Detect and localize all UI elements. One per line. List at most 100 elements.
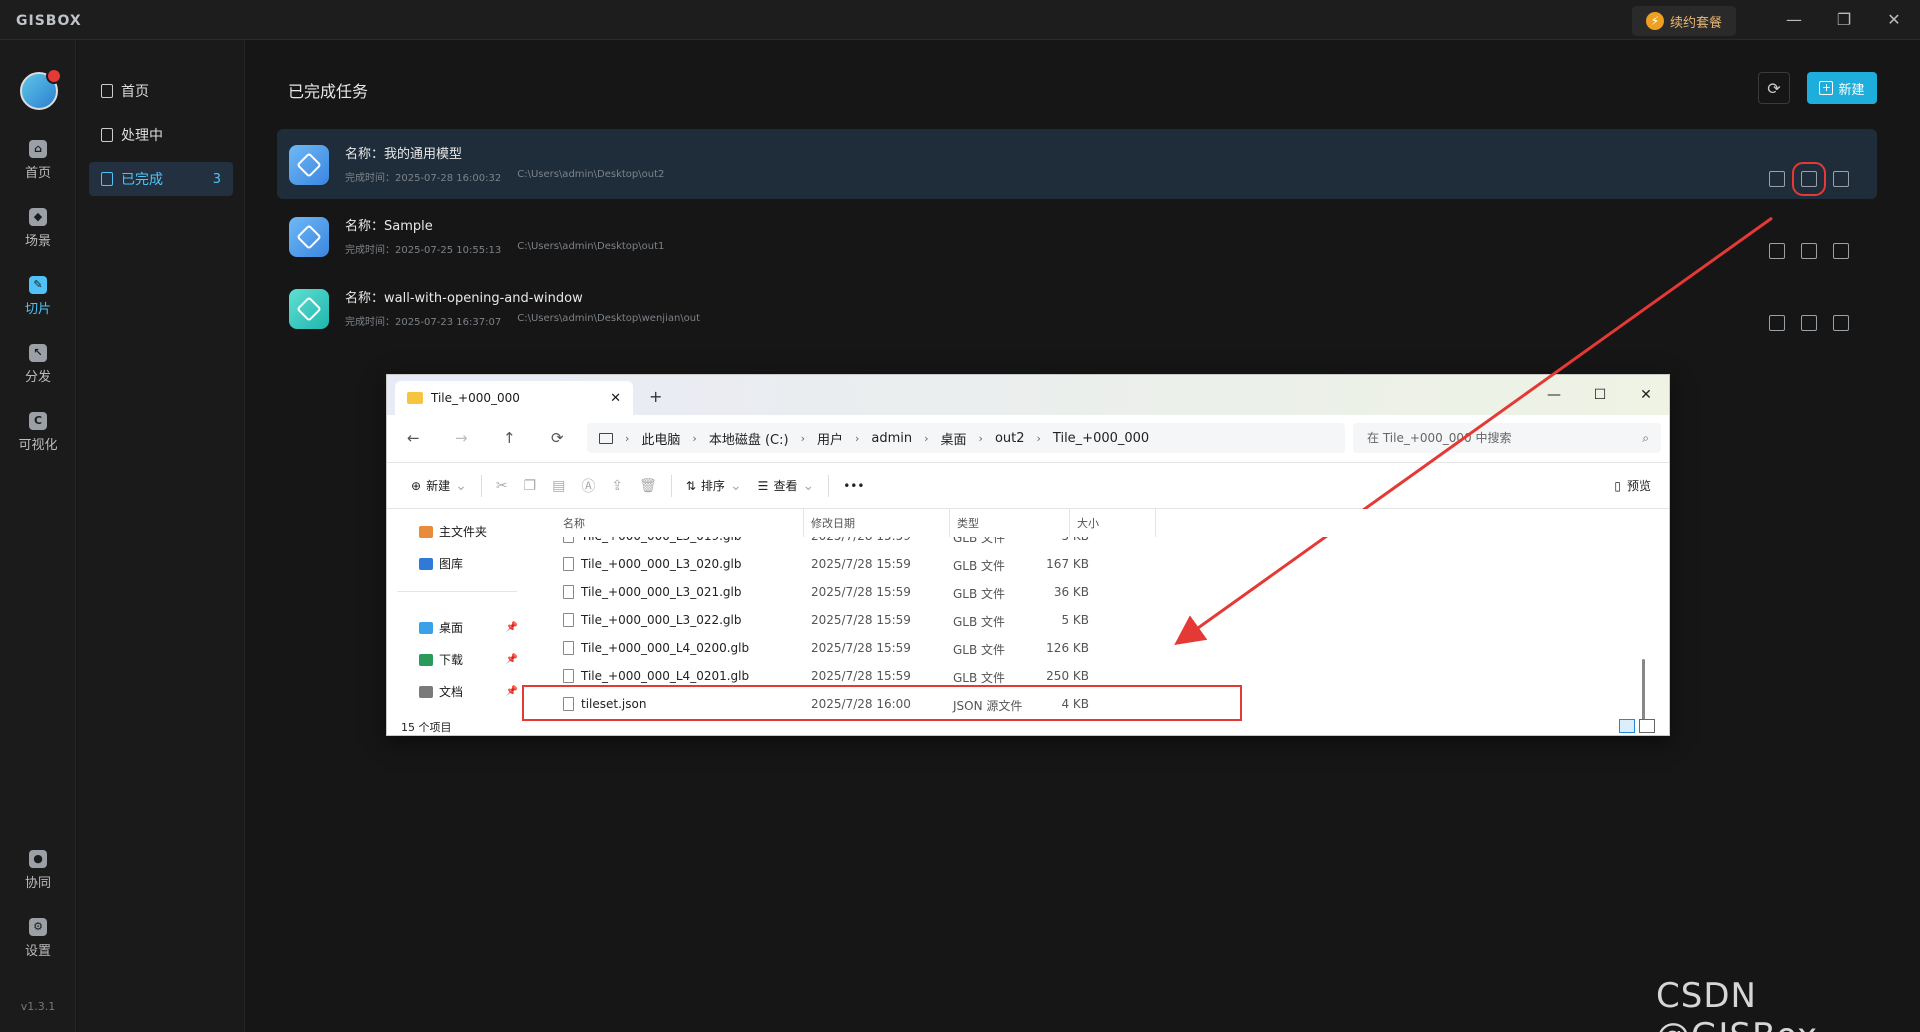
scrollbar[interactable] — [1642, 659, 1645, 719]
download-icon — [419, 653, 433, 666]
plus-icon: + — [1819, 81, 1834, 95]
file-explorer-window: Tile_+000_000 ✕ + — ☐ ✕ ← → ↑ ⟳ › 此电脑 › 本地… — [386, 374, 1670, 736]
avatar[interactable] — [20, 68, 62, 110]
breadcrumb-item[interactable]: out2 — [995, 431, 1025, 446]
more-button[interactable]: ••• — [835, 471, 872, 501]
details-view-icon[interactable] — [1619, 719, 1635, 733]
task-row[interactable]: 名称：我的通用模型 完成时间：2025-07-28 16:00:32 C:\Use… — [277, 129, 1877, 199]
new-tab-icon[interactable]: + — [649, 387, 662, 406]
breadcrumb-item[interactable]: Tile_+000_000 — [1053, 431, 1149, 446]
file-row[interactable]: Tile_+000_000_L4_0200.glb 2025/7/28 15:59… — [535, 635, 1635, 663]
status-bar: 15 个项目 — [401, 721, 452, 734]
file-row[interactable]: Tile_+000_000_L3_022.glb 2025/7/28 15:59 G… — [535, 607, 1635, 635]
nav-home-folder[interactable]: 主文件夹 — [419, 523, 524, 540]
delete-icon[interactable] — [1833, 243, 1849, 259]
refresh-icon[interactable]: ⟳ — [551, 429, 564, 447]
restore-icon[interactable]: ❐ — [1824, 8, 1864, 32]
file-row[interactable]: Tile_+000_000_L3_021.glb 2025/7/28 15:59 G… — [535, 579, 1635, 607]
navigation-pane: 主文件夹 图库 桌面 📌 下载 📌 文档 📌 — [387, 509, 525, 719]
view-button[interactable]: ☰ 查看 ⌄ — [750, 471, 823, 501]
sort-button[interactable]: ⇅ 排序 ⌄ — [678, 471, 750, 501]
file-row[interactable]: Tile_+000_000_L3_020.glb 2025/7/28 15:59 G… — [535, 551, 1635, 579]
breadcrumb[interactable]: › 此电脑 › 本地磁盘 (C:) › 用户 › admin › 桌面 › out2 › Ti… — [587, 423, 1345, 453]
breadcrumb-item[interactable]: admin — [871, 431, 912, 446]
task-row[interactable]: 名称：wall-with-opening-and-window 完成时间：202… — [277, 273, 1877, 343]
new-button[interactable]: ⊕ 新建 ⌄ — [403, 471, 475, 501]
rail-item-scene[interactable]: ◆ 场景 — [0, 208, 76, 264]
open-folder-icon[interactable] — [1801, 315, 1817, 331]
explorer-tab-bar: Tile_+000_000 ✕ + — ☐ ✕ — [387, 375, 1669, 415]
column-name[interactable]: 名称 — [563, 515, 585, 531]
column-type[interactable]: 类型 — [957, 515, 979, 531]
close-tab-icon[interactable]: ✕ — [610, 391, 621, 406]
renew-plan-button[interactable]: ⚡ 续约套餐 — [1632, 6, 1736, 36]
column-date[interactable]: 修改日期 — [811, 515, 855, 531]
trash-icon[interactable]: 🗑 — [631, 471, 665, 501]
nav-desktop[interactable]: 桌面 📌 — [419, 619, 524, 636]
rail-item-home[interactable]: ⌂ 首页 — [0, 140, 76, 196]
app-logo: GISBOX — [16, 13, 82, 29]
maximize-icon[interactable]: ☐ — [1577, 381, 1623, 409]
delete-icon[interactable] — [1833, 315, 1849, 331]
sort-icon: ⇅ — [685, 478, 696, 493]
close-icon[interactable]: ✕ — [1874, 8, 1914, 32]
nav-gallery[interactable]: 图库 — [419, 555, 524, 572]
back-icon[interactable]: ← — [407, 429, 420, 447]
nav-item-home[interactable]: 首页 — [89, 74, 233, 108]
task-name: 名称：我的通用模型 — [345, 147, 463, 162]
page-icon — [101, 172, 113, 186]
delete-icon[interactable] — [1833, 171, 1849, 187]
task-name: 名称：Sample — [345, 219, 433, 234]
file-icon — [563, 669, 574, 683]
rail-item-visualize[interactable]: C 可视化 — [0, 412, 76, 468]
preview-icon[interactable] — [1769, 315, 1785, 331]
rail-item-distribute[interactable]: ↖ 分发 — [0, 344, 76, 400]
forward-icon[interactable]: → — [455, 429, 468, 447]
task-path: C:\Users\admin\Desktop\out1 — [517, 241, 665, 252]
nav-downloads[interactable]: 下载 📌 — [419, 651, 524, 668]
cut-icon[interactable]: ✂ — [488, 471, 516, 501]
refresh-button[interactable]: ⟳ — [1758, 72, 1790, 104]
home-icon — [419, 525, 433, 538]
distribute-icon: ↖ — [29, 344, 47, 362]
tiles-view-icon[interactable] — [1639, 719, 1655, 733]
nav-item-completed[interactable]: 已完成 3 — [89, 162, 233, 196]
task-time: 完成时间：2025-07-25 10:55:13 — [345, 245, 502, 256]
task-path: C:\Users\admin\Desktop\wenjian\out — [517, 313, 701, 324]
preview-icon[interactable] — [1769, 243, 1785, 259]
breadcrumb-item[interactable]: 桌面 — [941, 429, 967, 448]
rail-item-slice[interactable]: ✎ 切片 — [0, 276, 76, 332]
rail-item-settings[interactable]: ⚙ 设置 — [0, 918, 76, 974]
breadcrumb-item[interactable]: 用户 — [817, 429, 843, 448]
preview-button[interactable]: ▯ 预览 — [1614, 477, 1651, 494]
app-window: GISBOX ⚡ 续约套餐 — ❐ ✕ ⌂ 首页 ◆ 场景 ✎ 切片 ↖ 分发 C 可视化… — [0, 0, 1920, 1032]
minimize-icon[interactable]: — — [1531, 381, 1577, 409]
open-folder-icon[interactable] — [1801, 243, 1817, 259]
file-icon — [563, 585, 574, 599]
highlight-box — [522, 685, 1242, 721]
rename-icon[interactable]: Ⓐ — [573, 471, 603, 501]
minimize-icon[interactable]: — — [1774, 8, 1814, 32]
preview-icon[interactable] — [1769, 171, 1785, 187]
settings-icon: ⚙ — [29, 918, 47, 936]
search-input[interactable]: 在 Tile_+000_000 中搜索 ⌕ — [1353, 423, 1661, 453]
page-title: 已完成任务 — [288, 82, 369, 101]
task-path: C:\Users\admin\Desktop\out2 — [517, 169, 665, 180]
paste-icon[interactable]: ▤ — [544, 471, 573, 501]
breadcrumb-item[interactable]: 此电脑 — [641, 429, 680, 448]
nav-documents[interactable]: 文档 📌 — [419, 683, 524, 700]
up-icon[interactable]: ↑ — [503, 429, 516, 447]
breadcrumb-item[interactable]: 本地磁盘 (C:) — [709, 429, 789, 448]
open-folder-icon[interactable] — [1792, 162, 1826, 196]
new-task-button[interactable]: + 新建 — [1807, 72, 1877, 104]
copy-icon[interactable]: ❐ — [516, 471, 545, 501]
close-icon[interactable]: ✕ — [1623, 381, 1669, 409]
page-icon — [101, 84, 113, 98]
task-name: 名称：wall-with-opening-and-window — [345, 291, 583, 306]
explorer-tab[interactable]: Tile_+000_000 ✕ — [395, 381, 633, 415]
nav-item-processing[interactable]: 处理中 — [89, 118, 233, 152]
share-icon[interactable]: ⇪ — [603, 471, 631, 501]
task-row[interactable]: 名称：Sample 完成时间：2025-07-25 10:55:13 C:\Use… — [277, 201, 1877, 271]
column-size[interactable]: 大小 — [1077, 515, 1099, 531]
rail-item-collaborate[interactable]: ● 协同 — [0, 850, 76, 906]
